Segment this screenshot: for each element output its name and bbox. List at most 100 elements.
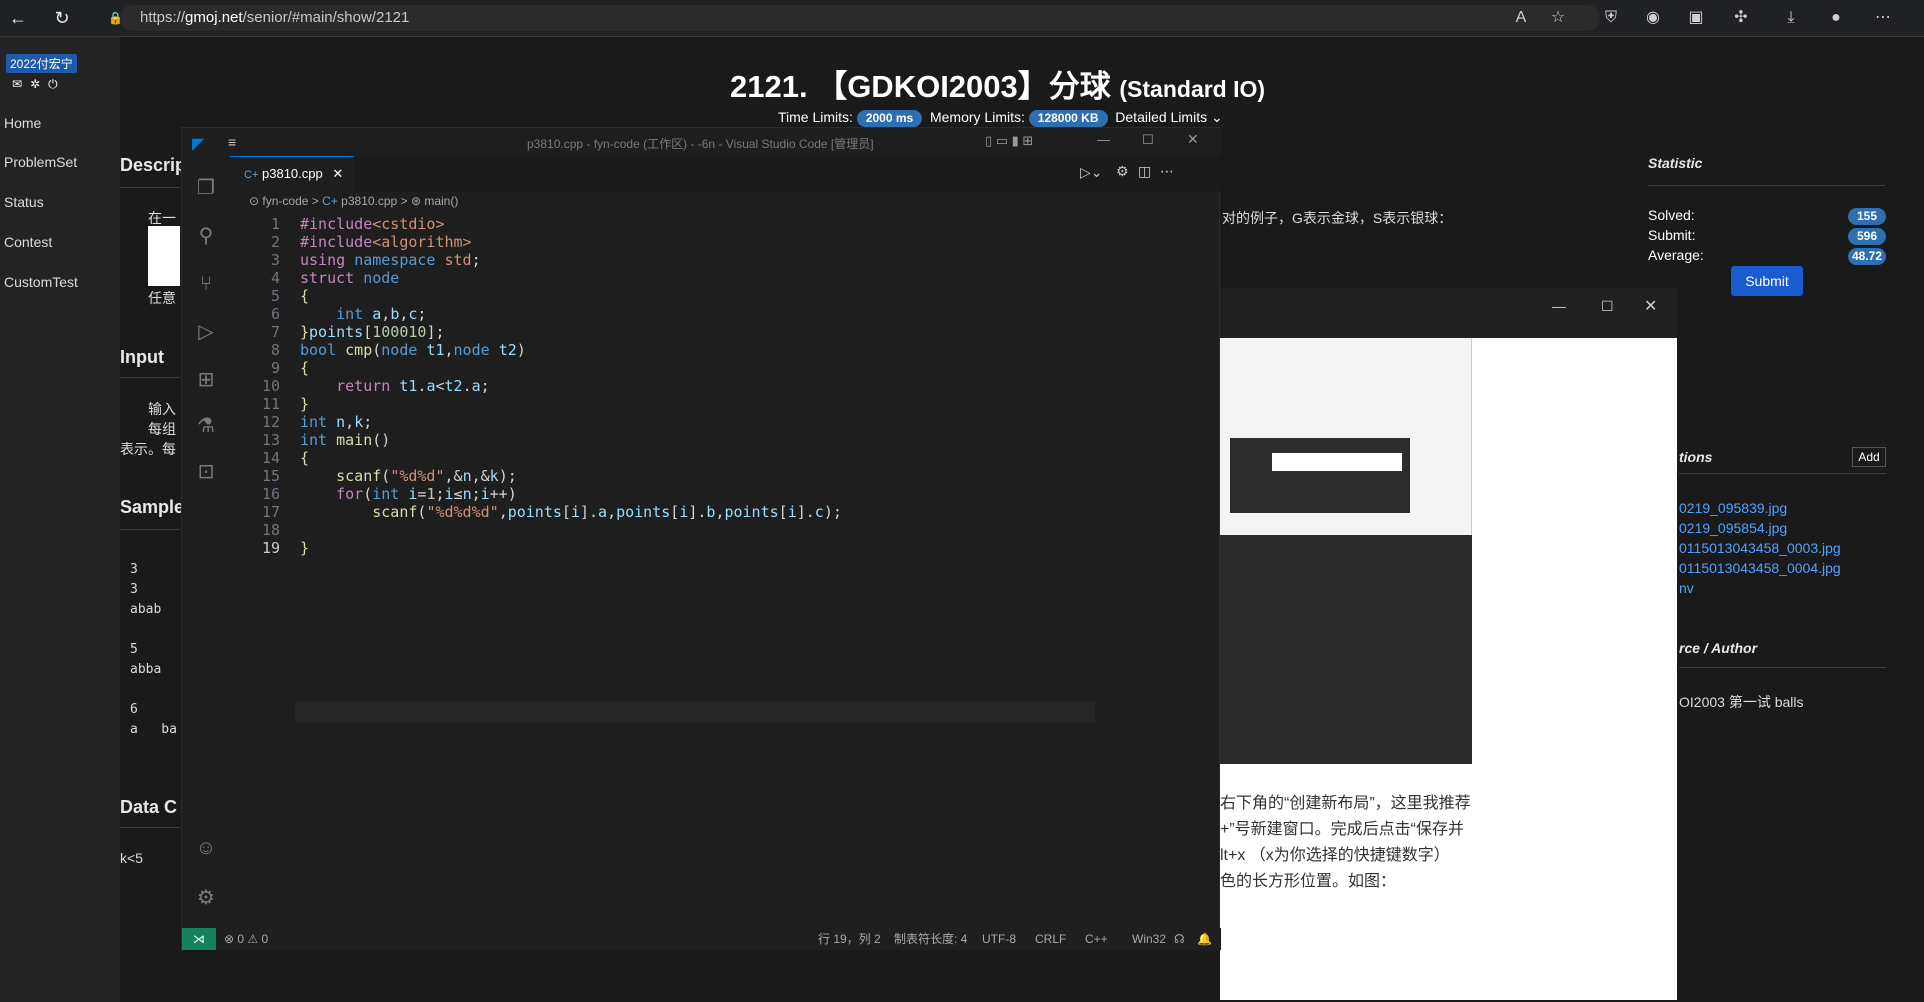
- code-line: int main(): [300, 431, 391, 449]
- code-line: }: [300, 539, 310, 557]
- solution-link[interactable]: 0115013043458_0004.jpg: [1679, 560, 1841, 576]
- nav-status[interactable]: Status: [4, 194, 44, 210]
- url-prefix: https://: [140, 9, 186, 26]
- cpp-file-icon: C+: [244, 169, 259, 181]
- remote-indicator[interactable]: ⋊: [182, 928, 216, 950]
- desc-image: [148, 226, 180, 286]
- remote-explorer-icon[interactable]: ⊡: [194, 460, 218, 484]
- code-line: #include<cstdio>: [300, 215, 445, 233]
- nav-customtest[interactable]: CustomTest: [4, 274, 78, 290]
- problems-count[interactable]: ⊗ 0 ⚠ 0: [224, 928, 268, 950]
- crumb-folder[interactable]: fyn-code: [262, 194, 308, 208]
- download-icon[interactable]: ⤓: [1778, 5, 1804, 31]
- split-editor-icon[interactable]: ◫: [1138, 163, 1151, 180]
- settings-image: [1220, 535, 1472, 764]
- time-limit-badge: 2000 ms: [856, 110, 923, 127]
- code-line: bool cmp(node t1,node t2): [300, 341, 526, 359]
- nav-problemset[interactable]: ProblemSet: [4, 154, 77, 170]
- mail-icon[interactable]: ✉: [12, 77, 30, 91]
- solved-badge: 155: [1848, 208, 1886, 225]
- code-line: {: [300, 359, 310, 377]
- line-ending[interactable]: CRLF: [1035, 928, 1066, 950]
- explorer-icon[interactable]: ❐: [194, 176, 218, 200]
- address-bar[interactable]: 🔒 https://gmoj.net/senior/#main/show/2121: [108, 5, 1600, 31]
- minimize-icon[interactable]: —: [1097, 132, 1110, 147]
- activity-bar: ❐ ⚲ ⑂ ▷ ⊞ ⚗ ⊡ ☺ ⚙: [182, 156, 230, 923]
- vscode-window: ◤ ≡ p3810.cpp - fyn-code (工作区) - -6n - V…: [181, 127, 1221, 950]
- shield-icon[interactable]: ⛨: [1598, 5, 1624, 31]
- crumb-file[interactable]: p3810.cpp: [341, 194, 397, 208]
- user-actions: ✉✲⏻: [12, 77, 66, 92]
- collections-icon[interactable]: ▣: [1683, 5, 1709, 31]
- nav-contest[interactable]: Contest: [4, 234, 52, 250]
- testing-icon[interactable]: ⚗: [194, 414, 218, 438]
- statistic-heading: Statistic: [1648, 155, 1703, 171]
- encoding[interactable]: UTF-8: [982, 928, 1016, 950]
- user-badge[interactable]: 2022付宏宁: [6, 54, 77, 73]
- vscode-logo-icon: ◤: [192, 136, 205, 153]
- input-text-2: 每组: [148, 421, 176, 437]
- gear-icon[interactable]: ✲: [30, 77, 48, 91]
- code-editor[interactable]: 1 2 3 4 5 6 7 8 9 10 11 12 13 14 15 16 1…: [230, 214, 1150, 894]
- code-line: }: [300, 395, 310, 413]
- solution-link[interactable]: nv: [1679, 580, 1694, 596]
- tab-close-icon[interactable]: ✕: [332, 166, 343, 181]
- desc-text: 在一: [148, 210, 176, 226]
- lock-icon: 🔒: [108, 11, 123, 25]
- submit-button[interactable]: Submit: [1731, 266, 1803, 296]
- detailed-limits-toggle[interactable]: Detailed Limits: [1115, 109, 1207, 125]
- code-line: scanf("%d%d",&n,&k);: [336, 467, 517, 485]
- chevron-down-icon[interactable]: ⌄: [1211, 109, 1223, 125]
- indentation[interactable]: 制表符长度: 4: [894, 928, 967, 950]
- crumb-function[interactable]: main(): [424, 194, 458, 208]
- power-icon[interactable]: ⏻: [48, 77, 66, 91]
- settings-icon[interactable]: ⚙: [1116, 163, 1129, 180]
- menu-icon[interactable]: ≡: [228, 134, 236, 150]
- bell-icon[interactable]: 🔔: [1197, 928, 1212, 950]
- desc-text-right: 对的例子，G表示金球，S表示银球：: [1222, 210, 1453, 226]
- blog-text: 色的长方形位置。如图：: [1220, 873, 1397, 890]
- extensions-icon[interactable]: ⊞: [194, 368, 218, 392]
- source-heading: rce / Author: [1679, 640, 1758, 656]
- favorite-icon[interactable]: ☆: [1545, 5, 1571, 31]
- blog-text: +”号新建窗口。完成后点击“保存并: [1220, 821, 1465, 838]
- account-icon[interactable]: ☺: [194, 836, 218, 860]
- url-host: gmoj.net: [185, 9, 243, 26]
- code-line: using namespace std;: [300, 251, 481, 269]
- url-path: /senior/#main/show/2121: [242, 9, 410, 26]
- cursor-position[interactable]: 行 19，列 2: [818, 928, 881, 950]
- extension-icon[interactable]: ◉: [1640, 5, 1666, 31]
- source-control-icon[interactable]: ⑂: [194, 272, 218, 296]
- run-icon[interactable]: ▷⌄: [1080, 164, 1103, 181]
- solution-link[interactable]: 0115013043458_0003.jpg: [1679, 540, 1841, 556]
- more-actions-icon[interactable]: ⋯: [1160, 163, 1174, 180]
- tab-p3810[interactable]: C+ p3810.cpp ✕: [230, 156, 354, 191]
- platform[interactable]: Win32: [1132, 928, 1166, 950]
- close-icon[interactable]: ✕: [1644, 296, 1657, 316]
- read-aloud-icon[interactable]: A: [1508, 5, 1534, 31]
- solution-link[interactable]: 0219_095839.jpg: [1679, 500, 1787, 516]
- run-debug-icon[interactable]: ▷: [194, 320, 218, 344]
- add-solution-button[interactable]: Add: [1852, 447, 1886, 467]
- manage-gear-icon[interactable]: ⚙: [194, 886, 218, 910]
- nav-home[interactable]: Home: [4, 115, 41, 131]
- more-icon[interactable]: ⋯: [1870, 5, 1896, 31]
- maximize-icon[interactable]: ☐: [1142, 132, 1154, 148]
- current-line-highlight: [295, 701, 1095, 723]
- maximize-icon[interactable]: ☐: [1601, 298, 1614, 315]
- close-icon[interactable]: ✕: [1187, 131, 1199, 148]
- code-line: {: [300, 287, 310, 305]
- back-icon[interactable]: ←: [4, 4, 32, 32]
- feedback-icon[interactable]: ☊: [1174, 928, 1185, 950]
- solution-link[interactable]: 0219_095854.jpg: [1679, 520, 1787, 536]
- average-badge: 48.72: [1848, 248, 1886, 265]
- reload-icon[interactable]: ↻: [48, 4, 76, 32]
- language-mode[interactable]: C++: [1085, 928, 1108, 950]
- layout-icon[interactable]: ▯ ▭ ▮ ⊞: [985, 133, 1033, 149]
- avatar[interactable]: ●: [1823, 5, 1849, 31]
- minimize-icon[interactable]: —: [1552, 298, 1566, 314]
- search-icon[interactable]: ⚲: [194, 224, 218, 248]
- browser-toolbar: ← ↻ 🔒 https://gmoj.net/senior/#main/show/…: [0, 0, 1924, 37]
- puzzle-icon[interactable]: ✣: [1728, 5, 1754, 31]
